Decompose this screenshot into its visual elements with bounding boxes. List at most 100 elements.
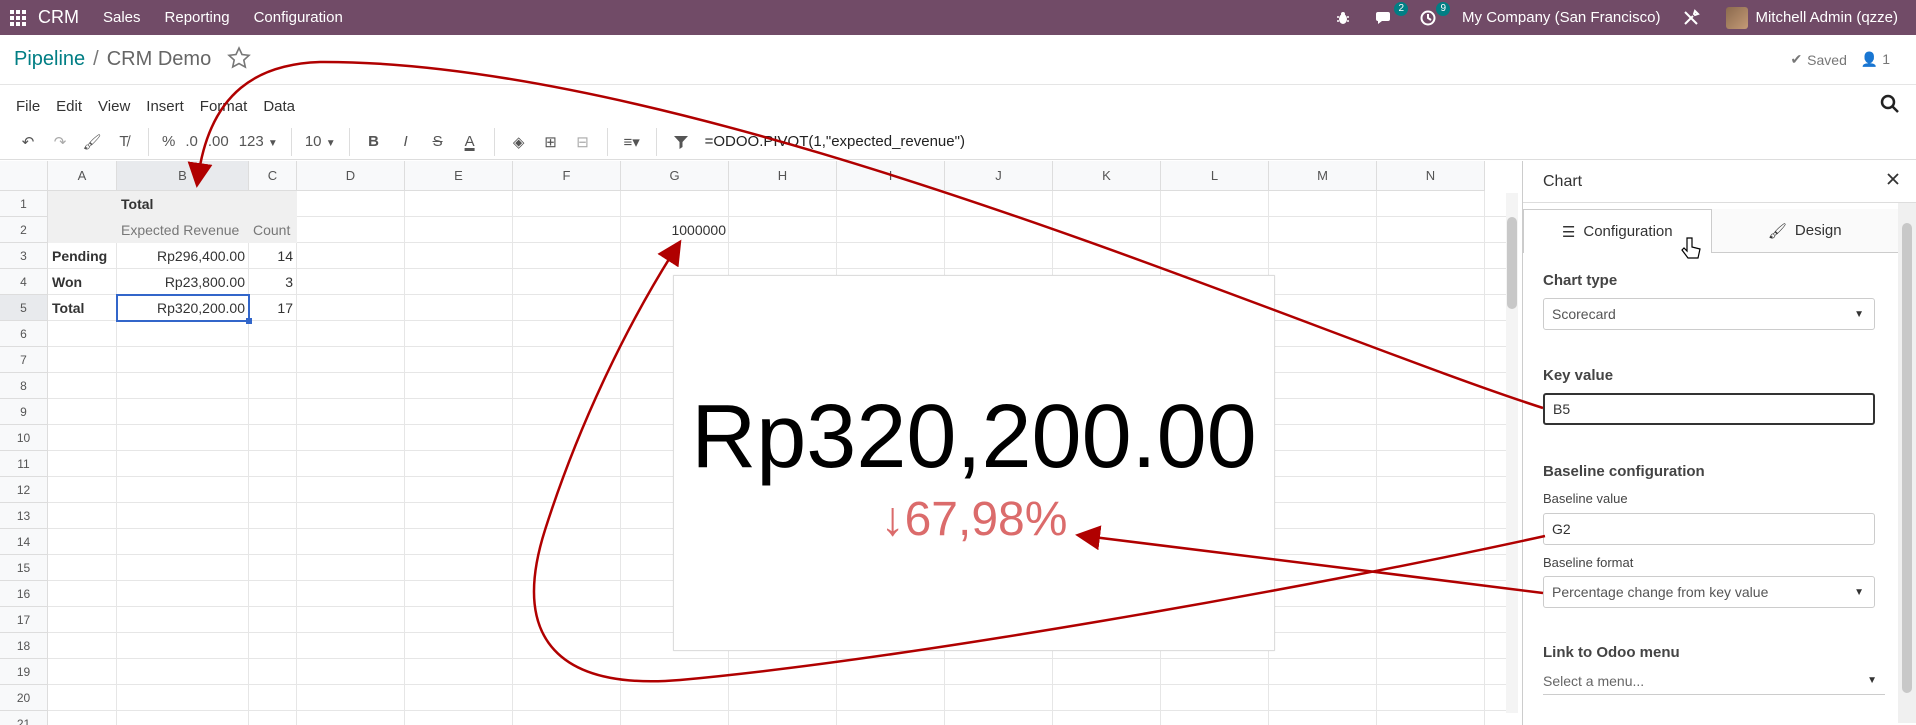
breadcrumb-pipeline[interactable]: Pipeline [14, 48, 85, 71]
text-color-icon[interactable]: A [454, 128, 486, 156]
menu-data[interactable]: Data [263, 98, 295, 115]
row-header-18[interactable]: 18 [0, 633, 48, 659]
row-header-12[interactable]: 12 [0, 477, 48, 503]
baseline-value-input[interactable]: G2 [1543, 513, 1875, 545]
format-percent-button[interactable]: % [157, 133, 180, 150]
column-header-l[interactable]: L [1161, 161, 1269, 191]
key-value-input[interactable]: B5 [1543, 393, 1875, 425]
decrease-decimal-button[interactable]: .0 [180, 133, 203, 150]
search-icon[interactable] [1880, 94, 1900, 118]
borders-icon[interactable]: ⊞ [535, 128, 567, 156]
column-header-m[interactable]: M [1269, 161, 1377, 191]
formula-bar[interactable]: =ODOO.PIVOT(1,"expected_revenue") [705, 133, 965, 150]
font-size-dropdown[interactable]: 10 ▼ [300, 133, 341, 150]
menu-configuration[interactable]: Configuration [254, 9, 343, 26]
column-header-e[interactable]: E [405, 161, 513, 191]
panel-scrollbar-thumb[interactable] [1902, 223, 1912, 693]
number-format-dropdown[interactable]: 123 ▼ [234, 133, 283, 150]
cell-c2[interactable]: Count [249, 217, 297, 243]
column-header-a[interactable]: A [48, 161, 117, 191]
row-header-15[interactable]: 15 [0, 555, 48, 581]
filter-icon[interactable] [665, 128, 697, 156]
menu-format[interactable]: Format [200, 98, 248, 115]
company-switcher[interactable]: My Company (San Francisco) [1462, 9, 1660, 26]
row-header-7[interactable]: 7 [0, 347, 48, 373]
messages-icon[interactable]: 2 [1376, 1, 1409, 26]
row-header-2[interactable]: 2 [0, 217, 48, 243]
undo-icon[interactable]: ↶ [12, 128, 44, 156]
page-title[interactable]: CRM Demo [107, 48, 211, 71]
bold-icon[interactable]: B [358, 128, 390, 156]
menu-view[interactable]: View [98, 98, 130, 115]
bug-icon[interactable] [1336, 11, 1350, 25]
apps-menu-icon[interactable] [0, 0, 36, 35]
cell-b4[interactable]: Rp23,800.00 [117, 269, 249, 295]
column-header-i[interactable]: I [837, 161, 945, 191]
row-header-8[interactable]: 8 [0, 373, 48, 399]
merge-cells-icon[interactable]: ⊟ [567, 128, 599, 156]
row-header-6[interactable]: 6 [0, 321, 48, 347]
column-header-g[interactable]: G [621, 161, 729, 191]
clear-format-icon[interactable]: T̸ [108, 128, 140, 156]
debug-tools-icon[interactable] [1682, 8, 1701, 27]
column-header-c[interactable]: C [249, 161, 297, 191]
column-header-d[interactable]: D [297, 161, 405, 191]
column-header-k[interactable]: K [1053, 161, 1161, 191]
row-header-4[interactable]: 4 [0, 269, 48, 295]
cell-c3[interactable]: 14 [249, 243, 297, 269]
cell-a5[interactable]: Total [48, 295, 117, 321]
scorecard-chart[interactable]: Rp320,200.00 ↓67,98% [673, 275, 1275, 651]
row-header-13[interactable]: 13 [0, 503, 48, 529]
column-header-j[interactable]: J [945, 161, 1053, 191]
cell-a2[interactable] [48, 217, 117, 243]
menu-sales[interactable]: Sales [103, 9, 141, 26]
row-header-19[interactable]: 19 [0, 659, 48, 685]
align-icon[interactable]: ≡▾ [616, 128, 648, 156]
cell-g2[interactable]: 1000000 [624, 217, 732, 243]
row-header-10[interactable]: 10 [0, 425, 48, 451]
cell-c4[interactable]: 3 [249, 269, 297, 295]
collaborators[interactable]: 👤 1 [1861, 51, 1890, 68]
tab-design[interactable]: 🖌 Design [1711, 209, 1898, 253]
cell-a4[interactable]: Won [48, 269, 117, 295]
row-header-3[interactable]: 3 [0, 243, 48, 269]
column-header-b[interactable]: B [117, 161, 249, 191]
panel-scrollbar[interactable] [1898, 203, 1916, 723]
paint-format-icon[interactable]: 🖌 [76, 128, 108, 156]
increase-decimal-button[interactable]: .00 [203, 133, 234, 150]
column-header-n[interactable]: N [1377, 161, 1485, 191]
row-header-5[interactable]: 5 [0, 295, 48, 321]
chart-type-select[interactable]: Scorecard ▼ [1543, 298, 1875, 330]
baseline-format-select[interactable]: Percentage change from key value ▼ [1543, 576, 1875, 608]
cell-c5[interactable]: 17 [249, 295, 297, 321]
row-header-1[interactable]: 1 [0, 191, 48, 217]
redo-icon[interactable]: ↷ [44, 128, 76, 156]
row-header-21[interactable]: 21 [0, 711, 48, 725]
cell-b3[interactable]: Rp296,400.00 [117, 243, 249, 269]
menu-reporting[interactable]: Reporting [165, 9, 230, 26]
grid-scrollbar-thumb[interactable] [1507, 217, 1517, 309]
activities-icon[interactable]: 9 [1420, 1, 1451, 26]
cell-b2[interactable]: Expected Revenue [117, 217, 249, 243]
menu-edit[interactable]: Edit [56, 98, 82, 115]
cell-a1[interactable] [48, 191, 117, 217]
column-header-h[interactable]: H [729, 161, 837, 191]
row-header-16[interactable]: 16 [0, 581, 48, 607]
fill-color-icon[interactable]: ◈ [503, 128, 535, 156]
cell-b1[interactable]: Total [117, 191, 249, 217]
grid-scrollbar[interactable] [1506, 193, 1518, 713]
row-header-11[interactable]: 11 [0, 451, 48, 477]
autofill-handle[interactable] [246, 318, 252, 324]
link-menu-select[interactable]: Select a menu... ▼ [1543, 667, 1885, 695]
app-name[interactable]: CRM [38, 7, 79, 28]
strikethrough-icon[interactable]: S [422, 128, 454, 156]
row-header-14[interactable]: 14 [0, 529, 48, 555]
cell-a3[interactable]: Pending [48, 243, 117, 269]
close-icon[interactable] [1886, 172, 1900, 191]
menu-insert[interactable]: Insert [146, 98, 184, 115]
menu-file[interactable]: File [16, 98, 40, 115]
user-menu[interactable]: Mitchell Admin (qzze) [1726, 6, 1898, 29]
row-header-9[interactable]: 9 [0, 399, 48, 425]
italic-icon[interactable]: I [390, 128, 422, 156]
row-header-20[interactable]: 20 [0, 685, 48, 711]
